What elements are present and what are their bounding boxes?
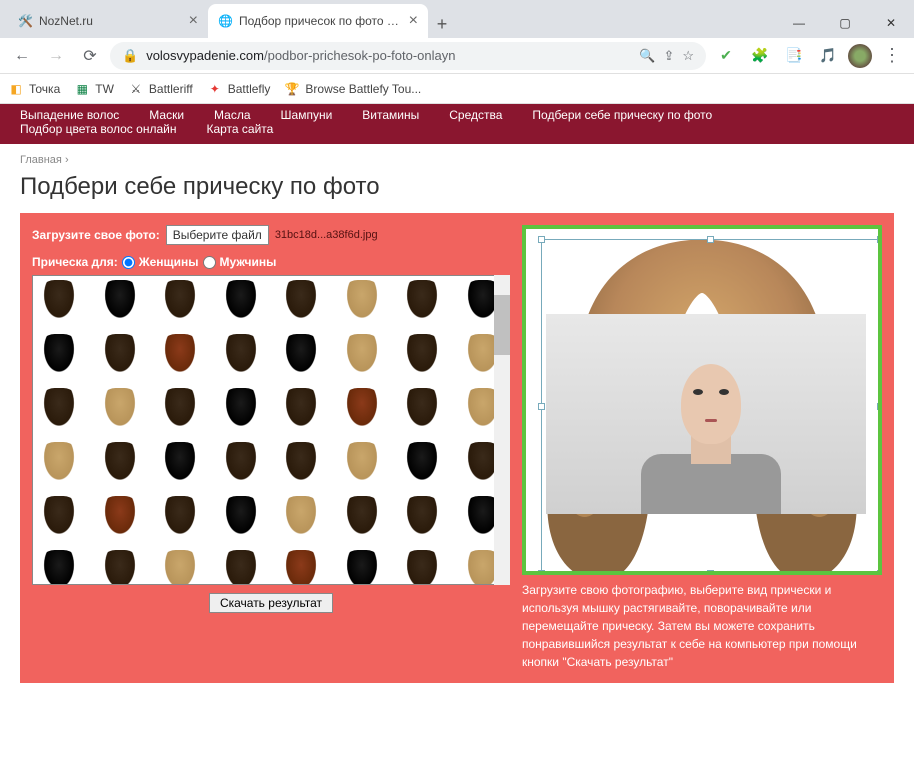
tab-active[interactable]: 🌐 Подбор причесок по фото онла × <box>208 4 428 38</box>
gender-label: Прическа для: <box>32 255 118 269</box>
address-bar[interactable]: 🔒 volosvypadenie.com/podbor-prichesok-po… <box>110 42 706 70</box>
globe-icon: 🌐 <box>218 14 233 28</box>
browser-toolbar: ← → ⟳ 🔒 volosvypadenie.com/podbor-priche… <box>0 38 914 74</box>
bookmarks-bar: ◧Точка ▦TW ⚔Battleriff ✦Battlefly 🏆Brows… <box>0 74 914 104</box>
nav-link[interactable]: Подбор цвета волос онлайн <box>20 122 176 136</box>
nav-link[interactable]: Масла <box>214 108 250 122</box>
back-button[interactable]: ← <box>8 42 36 70</box>
nav-link[interactable]: Выпадение волос <box>20 108 119 122</box>
page-viewport: Выпадение волос Маски Масла Шампуни Вита… <box>0 104 914 774</box>
nav-link[interactable]: Карта сайта <box>206 122 273 136</box>
bookmark-item[interactable]: 🏆Browse Battlefy Tou... <box>284 81 421 97</box>
main-panel: Загрузите свое фото: Выберите файл 31bc1… <box>20 213 894 683</box>
nav-link[interactable]: Подбери себе прическу по фото <box>532 108 712 122</box>
breadcrumb: Главная › <box>0 144 914 171</box>
upload-row: Загрузите свое фото: Выберите файл 31bc1… <box>32 225 510 245</box>
hair-grid-wrap <box>32 275 510 585</box>
preview-canvas[interactable] <box>522 225 882 575</box>
maximize-button[interactable]: ▢ <box>822 8 868 38</box>
radio-male[interactable] <box>203 256 216 269</box>
file-choose-button[interactable]: Выберите файл <box>166 225 269 245</box>
grid-scrollbar[interactable] <box>494 275 510 585</box>
window-controls: — ▢ ✕ <box>776 8 914 38</box>
close-icon[interactable]: × <box>409 12 418 30</box>
site-nav: Выпадение волос Маски Масла Шампуни Вита… <box>0 104 914 144</box>
gender-row: Прическа для: Женщины Мужчины <box>32 255 510 269</box>
upload-label: Загрузите свое фото: <box>32 228 160 242</box>
hairstyle-grid[interactable] <box>32 275 510 585</box>
tools-icon: 🛠️ <box>18 14 33 28</box>
profile-avatar[interactable] <box>848 44 872 68</box>
reading-list-icon[interactable]: 📑 <box>780 42 808 70</box>
close-window-button[interactable]: ✕ <box>868 8 914 38</box>
breadcrumb-home[interactable]: Главная <box>20 154 62 166</box>
tab-title: NozNet.ru <box>39 14 183 28</box>
new-tab-button[interactable]: + <box>428 10 456 38</box>
right-column: Загрузите свою фотографию, выберите вид … <box>522 225 882 671</box>
left-column: Загрузите свое фото: Выберите файл 31bc1… <box>32 225 510 671</box>
scrollbar-thumb[interactable] <box>494 295 510 355</box>
share-icon[interactable]: ⇪ <box>663 48 674 64</box>
close-icon[interactable]: × <box>189 12 198 30</box>
nav-link[interactable]: Средства <box>449 108 502 122</box>
reload-button[interactable]: ⟳ <box>76 42 104 70</box>
nav-link[interactable]: Витамины <box>362 108 419 122</box>
nav-link[interactable]: Шампуни <box>281 108 333 122</box>
male-label: Мужчины <box>220 255 277 269</box>
extensions-button[interactable]: 🧩 <box>746 42 774 70</box>
nav-link[interactable]: Маски <box>149 108 184 122</box>
media-icon[interactable]: 🎵 <box>814 42 842 70</box>
browser-titlebar: 🛠️ NozNet.ru × 🌐 Подбор причесок по фото… <box>0 0 914 38</box>
radio-female[interactable] <box>122 256 135 269</box>
tab-title: Подбор причесок по фото онла <box>239 14 403 28</box>
photo-face <box>681 364 741 444</box>
search-icon[interactable]: 🔍 <box>639 48 655 64</box>
female-label: Женщины <box>139 255 199 269</box>
filename-text: 31bc18d...a38f6d.jpg <box>275 229 378 241</box>
url-text: volosvypadenie.com/podbor-prichesok-po-f… <box>146 48 631 63</box>
forward-button[interactable]: → <box>42 42 70 70</box>
page-title: Подбери себе прическу по фото <box>0 171 914 213</box>
minimize-button[interactable]: — <box>776 8 822 38</box>
tab-strip: 🛠️ NozNet.ru × 🌐 Подбор причесок по фото… <box>0 4 456 38</box>
bookmark-item[interactable]: ✦Battlefly <box>207 81 271 97</box>
star-icon[interactable]: ☆ <box>682 48 694 64</box>
instructions-text: Загрузите свою фотографию, выберите вид … <box>522 581 882 671</box>
breadcrumb-sep: › <box>65 154 69 166</box>
lock-icon: 🔒 <box>122 48 138 64</box>
tab-inactive[interactable]: 🛠️ NozNet.ru × <box>8 4 208 38</box>
bookmark-item[interactable]: ⚔Battleriff <box>128 81 193 97</box>
extension-icon[interactable]: ✔ <box>712 42 740 70</box>
menu-button[interactable]: ⋮ <box>878 42 906 70</box>
bookmark-item[interactable]: ▦TW <box>74 81 114 97</box>
bookmark-item[interactable]: ◧Точка <box>8 81 60 97</box>
download-button[interactable]: Скачать результат <box>209 593 333 613</box>
